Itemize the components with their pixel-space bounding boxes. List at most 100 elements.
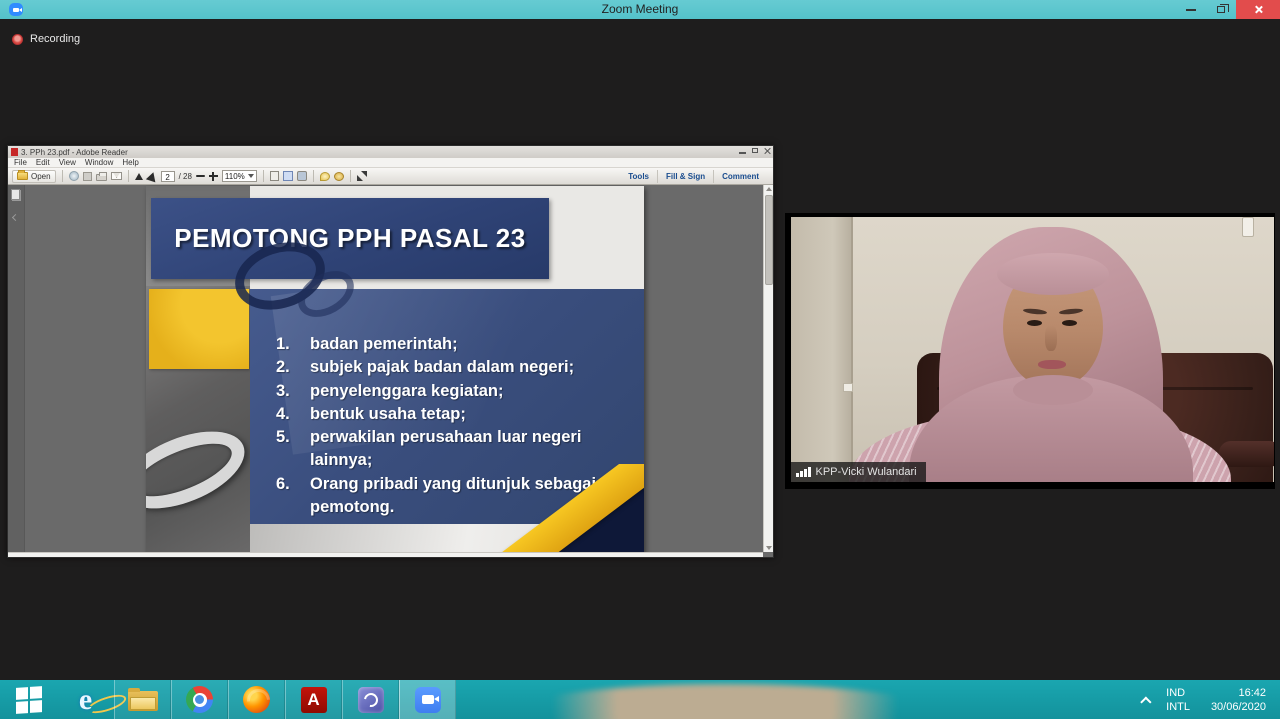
chat-app-icon — [358, 687, 384, 713]
save-icon[interactable] — [83, 172, 92, 181]
taskbar-start-button[interactable] — [0, 680, 57, 719]
clock[interactable]: 16:42 30/06/2020 — [1204, 686, 1266, 714]
pdf-window-title: 3. PPh 23.pdf - Adobe Reader — [21, 148, 128, 157]
list-item: 4. bentuk usaha tetap; — [276, 403, 636, 426]
previous-page-icon[interactable] — [135, 173, 143, 180]
vertical-scrollbar[interactable] — [763, 185, 773, 552]
list-item-number: 3. — [276, 380, 310, 403]
taskbar-chat-app-button[interactable] — [342, 680, 399, 719]
fullscreen-icon[interactable] — [357, 171, 367, 181]
taskbar-firefox-button[interactable] — [228, 680, 285, 719]
list-item-number: 2. — [276, 356, 310, 379]
zoom-titlebar: Zoom Meeting — [0, 0, 1280, 19]
list-item-number: 4. — [276, 403, 310, 426]
scroll-mode-icon[interactable] — [270, 171, 279, 181]
list-item-number: 6. — [276, 473, 310, 520]
chevron-down-icon — [248, 174, 254, 178]
corner-swoosh — [476, 464, 644, 552]
toolbar-separator — [62, 170, 63, 182]
pdf-canvas[interactable]: PEMOTONG PPH PASAL 23 1. badan pemerinta… — [8, 185, 763, 552]
close-icon — [1254, 5, 1263, 14]
menu-edit[interactable]: Edit — [36, 158, 50, 167]
tray-time: 16:42 — [1204, 686, 1266, 700]
menu-view[interactable]: View — [59, 158, 76, 167]
participant-name-tag: KPP-Vicki Wulandari — [791, 462, 926, 482]
pdf-restore-icon[interactable] — [752, 148, 758, 153]
restore-button[interactable] — [1206, 0, 1236, 19]
door-frame — [791, 217, 853, 482]
zoom-level-select[interactable]: 110% — [222, 170, 257, 182]
zoom-meeting-window: Zoom Meeting Recording 3. PPh 23.pdf - A… — [0, 0, 1280, 719]
horizontal-scrollbar[interactable] — [8, 552, 763, 557]
open-label: Open — [31, 172, 51, 181]
list-item-text: penyelenggara kegiatan; — [310, 380, 622, 403]
menu-file[interactable]: File — [14, 158, 27, 167]
pdf-close-icon[interactable] — [764, 147, 771, 154]
comment-tab[interactable]: Comment — [713, 170, 767, 183]
open-folder-icon — [17, 172, 28, 180]
language-code: INTL — [1166, 700, 1190, 714]
hijab-brim — [997, 253, 1109, 295]
menu-help[interactable]: Help — [122, 158, 138, 167]
page-total-label: / 28 — [179, 172, 192, 181]
print-icon[interactable] — [96, 174, 107, 181]
language-indicator[interactable]: IND INTL — [1166, 686, 1190, 714]
slide-title: PEMOTONG PPH PASAL 23 — [174, 223, 525, 254]
menu-window[interactable]: Window — [85, 158, 113, 167]
zoom-out-icon[interactable] — [196, 175, 205, 177]
scroll-down-icon[interactable] — [766, 546, 772, 550]
chair-armrest — [1219, 441, 1274, 467]
wall-socket — [843, 383, 853, 392]
taskbar-adobe-reader-button[interactable]: A — [285, 680, 342, 719]
internet-explorer-icon: e — [79, 683, 92, 717]
system-tray: IND INTL 16:42 30/06/2020 — [1144, 680, 1280, 719]
taskbar-internet-explorer-button[interactable]: e — [57, 680, 114, 719]
pdf-file-icon — [11, 148, 18, 156]
list-item: 2. subjek pajak badan dalam negeri; — [276, 356, 636, 379]
chrome-icon — [186, 686, 213, 713]
recording-dot-icon — [12, 34, 23, 45]
window-title: Zoom Meeting — [0, 2, 1280, 16]
scrollbar-thumb[interactable] — [765, 195, 773, 285]
fit-width-icon[interactable] — [283, 171, 293, 181]
zoom-level-value: 110% — [225, 172, 245, 181]
pdf-titlebar[interactable]: 3. PPh 23.pdf - Adobe Reader — [8, 146, 773, 158]
show-hidden-icons-chevron[interactable] — [1140, 696, 1151, 707]
zoom-in-icon[interactable] — [209, 172, 218, 181]
send-online-icon[interactable] — [69, 171, 79, 181]
sticky-note-icon[interactable] — [320, 172, 330, 181]
page-thumbnails-icon[interactable] — [11, 189, 20, 200]
email-icon[interactable] — [111, 172, 122, 180]
participant-video-tile[interactable]: KPP-Vicki Wulandari — [785, 213, 1275, 489]
highlight-icon[interactable] — [334, 172, 344, 181]
video-frame — [791, 217, 1274, 482]
recording-label: Recording — [30, 33, 80, 45]
wallpaper-glow — [490, 684, 960, 719]
page-number-input[interactable]: 2 — [161, 171, 175, 182]
hijab-chin-wrap — [1013, 375, 1093, 405]
minimize-icon — [1186, 9, 1196, 11]
lips — [1038, 360, 1066, 369]
adobe-reader-window: 3. PPh 23.pdf - Adobe Reader File Edit V… — [7, 145, 774, 558]
close-button[interactable] — [1236, 0, 1280, 19]
audio-signal-icon — [796, 467, 811, 477]
next-page-icon[interactable] — [145, 170, 157, 182]
list-item: 1. badan pemerintah; — [276, 333, 636, 356]
scissors-handle-graphic — [146, 416, 250, 524]
eye — [1027, 320, 1042, 326]
taskbar-zoom-button[interactable] — [399, 680, 456, 719]
yellow-accent-square — [149, 289, 249, 369]
fit-page-icon[interactable] — [297, 171, 307, 181]
pdf-minimize-icon[interactable] — [739, 152, 746, 154]
navigation-pane-strip[interactable] — [8, 185, 25, 552]
pdf-panels-bar: Tools Fill & Sign Comment — [620, 169, 767, 184]
minimize-button[interactable] — [1176, 0, 1206, 19]
open-button[interactable]: Open — [12, 170, 56, 183]
tools-tab[interactable]: Tools — [620, 170, 657, 183]
scroll-up-icon[interactable] — [766, 187, 772, 191]
fill-sign-tab[interactable]: Fill & Sign — [657, 170, 713, 183]
toolbar-separator — [128, 170, 129, 182]
taskbar-chrome-button[interactable] — [171, 680, 228, 719]
taskbar-file-explorer-button[interactable] — [114, 680, 171, 719]
collapse-chevron-icon[interactable] — [12, 214, 19, 221]
